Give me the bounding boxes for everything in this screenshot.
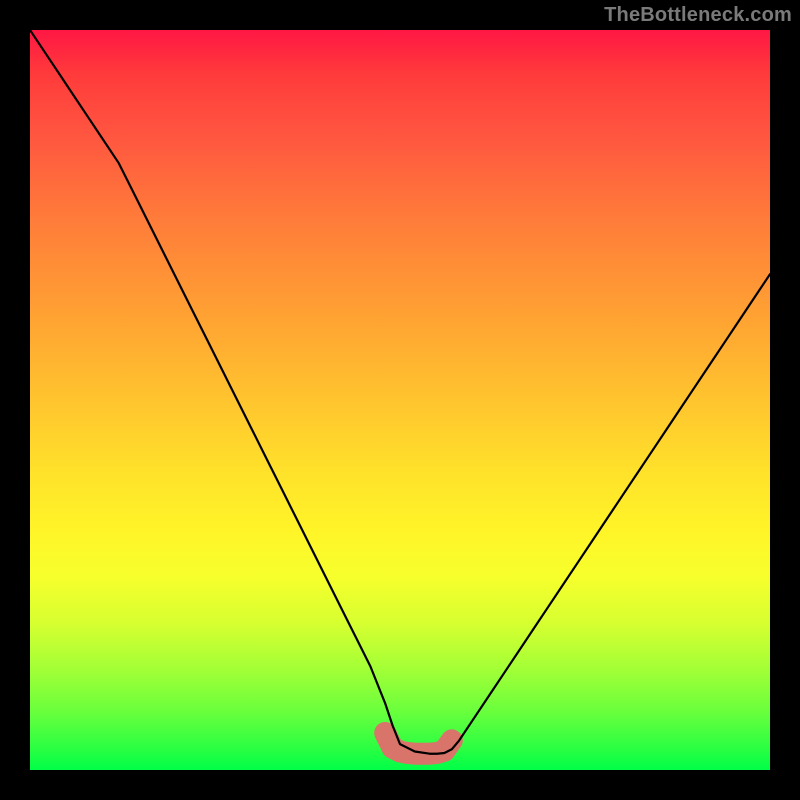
highlight-band bbox=[385, 733, 452, 754]
plot-svg bbox=[30, 30, 770, 770]
watermark-text: TheBottleneck.com bbox=[604, 4, 792, 27]
curve-line bbox=[30, 30, 770, 754]
chart-frame: TheBottleneck.com bbox=[0, 0, 800, 800]
plot-area bbox=[30, 30, 770, 770]
